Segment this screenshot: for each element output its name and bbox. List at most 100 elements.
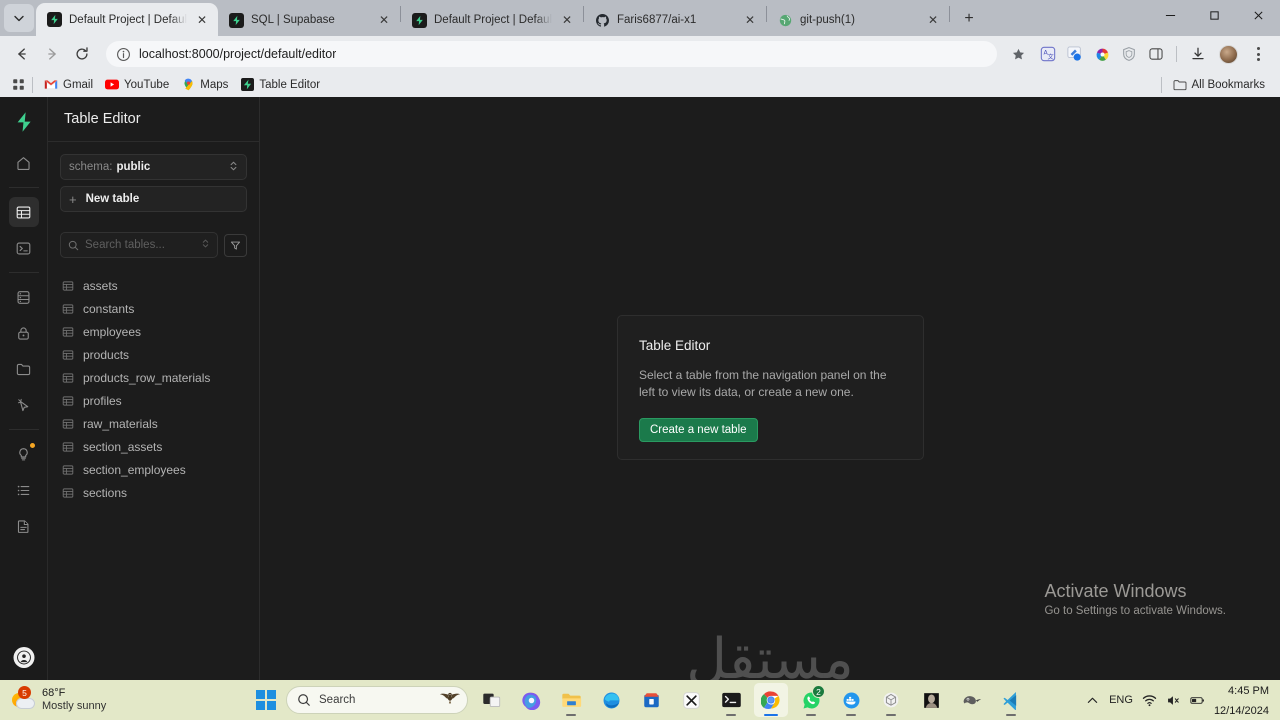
tab-close-button[interactable]: ✕ xyxy=(194,12,210,28)
rail-item-edge-functions[interactable] xyxy=(9,390,39,420)
table-list-item[interactable]: profiles xyxy=(54,389,253,412)
browser-tab-3[interactable]: Faris6877/ai-x1 ✕ xyxy=(584,4,766,36)
gmail-icon xyxy=(44,78,58,92)
profile-button[interactable] xyxy=(1214,40,1242,68)
taskbar-app-whatsapp[interactable]: 2 xyxy=(794,683,828,717)
table-name: sections xyxy=(83,485,128,500)
tab-search-button[interactable] xyxy=(4,4,34,32)
table-editor-panel: Table Editor schema: public + New table xyxy=(48,97,260,680)
browser-tab-0[interactable]: Default Project | Default Organiz ✕ xyxy=(36,3,218,36)
create-new-table-button[interactable]: Create a new table xyxy=(639,417,758,442)
new-table-button[interactable]: + New table xyxy=(60,186,247,212)
shield-extension-icon[interactable] xyxy=(1116,41,1142,67)
tab-title: Default Project | Default Organ xyxy=(434,14,552,26)
battery-icon[interactable] xyxy=(1190,693,1205,708)
search-tables-input[interactable]: Search tables... xyxy=(60,232,218,258)
downloads-button[interactable] xyxy=(1184,40,1212,68)
bookmark-gmail[interactable]: Gmail xyxy=(38,76,99,94)
apps-grid-icon[interactable] xyxy=(9,76,27,94)
wifi-icon[interactable] xyxy=(1142,693,1157,708)
table-list-item[interactable]: section_employees xyxy=(54,458,253,481)
browser-tab-2[interactable]: Default Project | Default Organ ✕ xyxy=(401,4,583,36)
side-panel-icon[interactable] xyxy=(1143,41,1169,67)
table-list-item[interactable]: products xyxy=(54,343,253,366)
tab-close-button[interactable]: ✕ xyxy=(376,12,392,28)
rail-item-database[interactable] xyxy=(9,282,39,312)
table-list-item[interactable]: constants xyxy=(54,297,253,320)
rail-item-authentication[interactable] xyxy=(9,318,39,348)
schema-selector[interactable]: schema: public xyxy=(60,154,247,180)
color-wheel-extension-icon[interactable] xyxy=(1089,41,1115,67)
vscode-icon xyxy=(1002,691,1016,710)
table-name: employees xyxy=(83,324,142,339)
taskbar-app-gimp[interactable] xyxy=(954,683,988,717)
reload-button[interactable] xyxy=(68,40,96,68)
rail-item-sql-editor[interactable] xyxy=(9,233,39,263)
window-maximize-button[interactable] xyxy=(1192,0,1236,30)
window-close-button[interactable] xyxy=(1236,0,1280,30)
supabase-icon xyxy=(229,12,244,28)
rail-account-button[interactable] xyxy=(13,647,34,668)
windows-start-icon xyxy=(256,690,276,710)
table-list-item[interactable]: assets xyxy=(54,274,253,297)
forward-button[interactable] xyxy=(38,40,66,68)
empty-state-description: Select a table from the navigation panel… xyxy=(639,368,887,400)
table-list-item[interactable]: section_assets xyxy=(54,435,253,458)
supabase-logo-icon[interactable] xyxy=(9,107,39,137)
window-minimize-button[interactable] xyxy=(1148,0,1192,30)
taskbar-weather-widget[interactable]: 5 68°F Mostly sunny xyxy=(0,686,252,714)
new-tab-button[interactable]: + xyxy=(956,6,982,32)
bookmark-star-button[interactable] xyxy=(1005,41,1031,67)
table-list-item[interactable]: raw_materials xyxy=(54,412,253,435)
table-list-item[interactable]: employees xyxy=(54,320,253,343)
taskbar-app-file-explorer[interactable] xyxy=(554,683,588,717)
taskbar-app-visual-studio-code[interactable] xyxy=(994,683,1028,717)
rail-item-table-editor[interactable] xyxy=(8,197,39,227)
bookmark-maps[interactable]: Maps xyxy=(175,76,234,94)
tray-overflow-button[interactable] xyxy=(1085,693,1100,708)
browser-tab-1[interactable]: SQL | Supabase ✕ xyxy=(218,4,400,36)
start-button[interactable] xyxy=(252,686,280,714)
tab-close-button[interactable]: ✕ xyxy=(742,12,758,28)
tab-close-button[interactable]: ✕ xyxy=(559,12,575,28)
bookmark-table-editor[interactable]: Table Editor xyxy=(234,76,326,94)
browser-tab-4[interactable]: git-push(1) ✕ xyxy=(767,4,949,36)
taskbar-app-capcut[interactable] xyxy=(674,683,708,717)
rail-item-storage[interactable] xyxy=(9,354,39,384)
taskbar-app-microsoft-edge[interactable] xyxy=(594,683,628,717)
volume-muted-icon[interactable] xyxy=(1166,693,1181,708)
taskbar-search-box[interactable]: Search xyxy=(286,686,468,714)
eagle-icon xyxy=(439,690,461,709)
taskbar-app-docker[interactable] xyxy=(834,683,868,717)
taskbar-app-terminal[interactable] xyxy=(714,683,748,717)
schema-value: public xyxy=(116,161,151,173)
tray-language-indicator[interactable]: ENG xyxy=(1109,694,1133,706)
taskbar-app-photo[interactable] xyxy=(914,683,948,717)
taskbar-clock[interactable]: 4:45 PM 12/14/2024 xyxy=(1214,680,1269,719)
bookmark-youtube[interactable]: YouTube xyxy=(99,76,175,94)
paint-extension-icon[interactable] xyxy=(1062,41,1088,67)
back-button[interactable] xyxy=(8,40,36,68)
rail-item-home[interactable] xyxy=(9,148,39,178)
taskbar-app-copilot[interactable] xyxy=(514,683,548,717)
translate-extension-icon[interactable]: A 文 xyxy=(1035,41,1061,67)
taskbar-app-chatgpt[interactable] xyxy=(874,683,908,717)
taskbar-app-microsoft-store[interactable] xyxy=(634,683,668,717)
chrome-menu-button[interactable] xyxy=(1244,40,1272,68)
table-list-item[interactable]: products_row_materials xyxy=(54,366,253,389)
plus-icon: + xyxy=(69,191,77,207)
tab-close-button[interactable]: ✕ xyxy=(925,12,941,28)
reload-icon xyxy=(76,47,88,60)
address-bar[interactable]: localhost:8000/project/default/editor xyxy=(106,41,997,67)
rail-item-api-docs[interactable] xyxy=(9,511,39,541)
rail-item-advisors[interactable] xyxy=(9,439,39,469)
all-bookmarks-button[interactable]: All Bookmarks xyxy=(1167,76,1272,94)
tab-divider xyxy=(949,5,950,22)
taskbar-app-google-chrome[interactable] xyxy=(754,683,788,717)
rail-item-logs[interactable] xyxy=(9,475,39,505)
table-list-item[interactable]: sections xyxy=(54,481,253,504)
filter-button[interactable] xyxy=(224,233,247,257)
rail-divider xyxy=(8,429,39,430)
info-circle-icon[interactable] xyxy=(116,47,131,62)
taskbar-app-task-view[interactable] xyxy=(474,683,508,717)
